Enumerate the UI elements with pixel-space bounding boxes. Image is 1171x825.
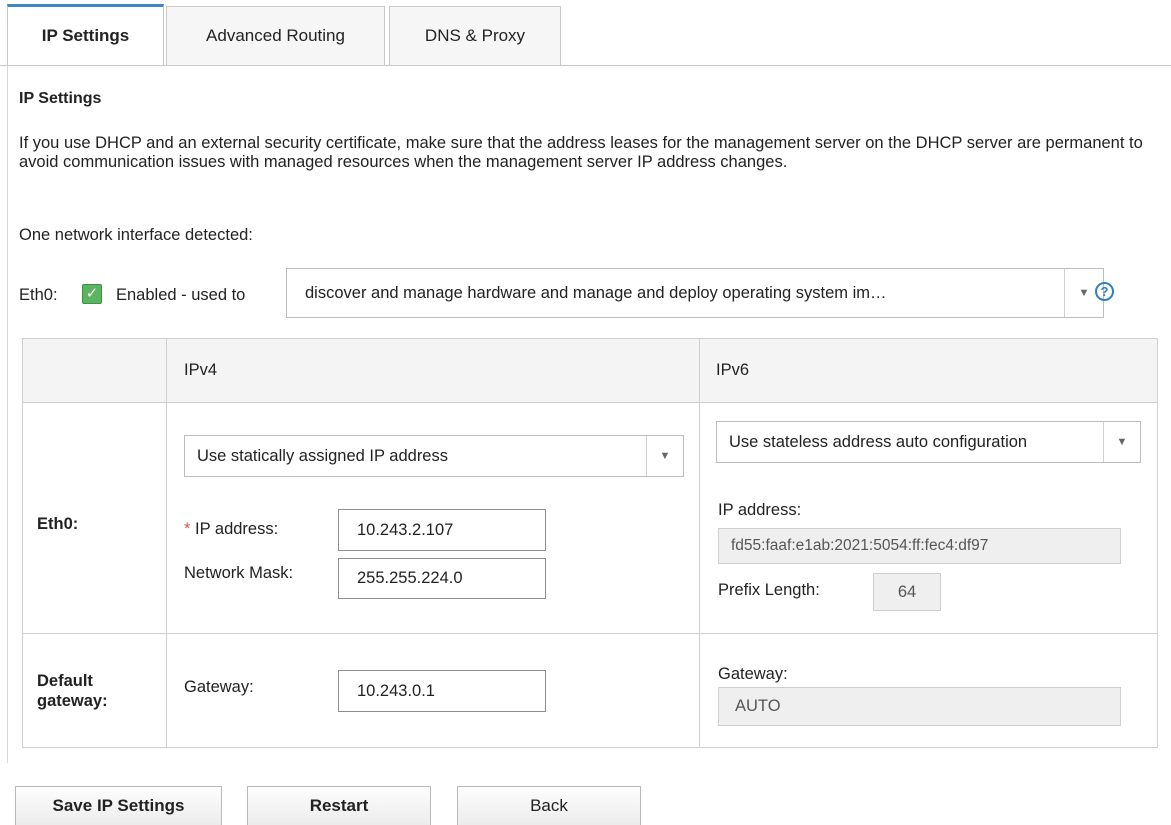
enabled-label: Enabled - used to bbox=[116, 286, 246, 304]
eth0-enable-row: Eth0: ✓ Enabled - used to discover and m… bbox=[19, 268, 1149, 320]
row-divider bbox=[23, 633, 1157, 634]
tab-advanced-routing[interactable]: Advanced Routing bbox=[166, 6, 385, 65]
ipv6-mode-select[interactable]: Use stateless address auto configuration… bbox=[716, 421, 1141, 463]
tab-dns-proxy[interactable]: DNS & Proxy bbox=[389, 6, 561, 65]
ipv6-gateway-field: AUTO bbox=[718, 687, 1121, 726]
required-marker: * bbox=[184, 520, 191, 538]
chevron-down-icon[interactable]: ▼ bbox=[646, 436, 683, 476]
back-button[interactable]: Back bbox=[457, 786, 641, 825]
ipv6-prefix-length-field: 64 bbox=[873, 573, 941, 611]
eth0-enabled-checkbox[interactable]: ✓ bbox=[82, 284, 102, 304]
ipv6-mode-value: Use stateless address auto configuration bbox=[729, 433, 1028, 451]
header-ipv6: IPv6 bbox=[716, 361, 750, 379]
tab-ip-settings[interactable]: IP Settings bbox=[7, 4, 164, 65]
ipv4-network-mask-input[interactable]: 255.255.224.0 bbox=[338, 558, 546, 599]
row-label-default-gateway: Default gateway: bbox=[37, 671, 108, 711]
column-divider bbox=[166, 339, 167, 747]
column-divider bbox=[699, 339, 700, 747]
ipv6-ip-label: IP address: bbox=[718, 501, 802, 519]
ipv4-mode-value: Use statically assigned IP address bbox=[197, 447, 448, 465]
header-ipv4: IPv4 bbox=[184, 361, 218, 379]
section-title: IP Settings bbox=[19, 90, 102, 107]
interfaces-detected-text: One network interface detected: bbox=[19, 226, 253, 244]
ipv4-ip-label-text: IP address: bbox=[195, 520, 279, 538]
ipv6-gateway-label: Gateway: bbox=[718, 665, 788, 683]
row-label-line: gateway: bbox=[37, 692, 108, 710]
save-ip-settings-button[interactable]: Save IP Settings bbox=[15, 786, 222, 825]
ipv4-mask-label: Network Mask: bbox=[184, 564, 294, 582]
eth0-usage-select[interactable]: discover and manage hardware and manage … bbox=[286, 268, 1104, 318]
checkmark-icon: ✓ bbox=[85, 285, 99, 302]
eth0-label: Eth0: bbox=[19, 286, 58, 304]
eth0-usage-value: discover and manage hardware and manage … bbox=[305, 284, 887, 302]
chevron-down-icon[interactable]: ▼ bbox=[1103, 422, 1140, 462]
tab-bar: IP Settings Advanced Routing DNS & Proxy bbox=[0, 0, 1171, 66]
row-label-line: Default bbox=[37, 672, 93, 690]
ipv4-ip-address-input[interactable]: 10.243.2.107 bbox=[338, 509, 546, 551]
ipv6-prefix-label: Prefix Length: bbox=[718, 581, 820, 599]
row-label-eth0: Eth0: bbox=[37, 515, 79, 533]
help-icon[interactable]: ? bbox=[1095, 282, 1114, 301]
ipv4-ip-label: * IP address: bbox=[184, 520, 278, 539]
ipv4-gateway-label: Gateway: bbox=[184, 678, 254, 696]
ip-settings-table: IPv4 IPv6 Eth0: Default gateway: Use sta… bbox=[22, 338, 1158, 748]
table-header: IPv4 IPv6 bbox=[23, 339, 1157, 403]
ipv4-gateway-input[interactable]: 10.243.0.1 bbox=[338, 670, 546, 712]
dhcp-warning-text: If you use DHCP and an external security… bbox=[19, 134, 1143, 171]
restart-button[interactable]: Restart bbox=[247, 786, 431, 825]
ipv4-mode-select[interactable]: Use statically assigned IP address ▼ bbox=[184, 435, 684, 477]
ipv6-ip-address-field: fd55:faaf:e1ab:2021:5054:ff:fec4:df97 bbox=[718, 528, 1121, 564]
